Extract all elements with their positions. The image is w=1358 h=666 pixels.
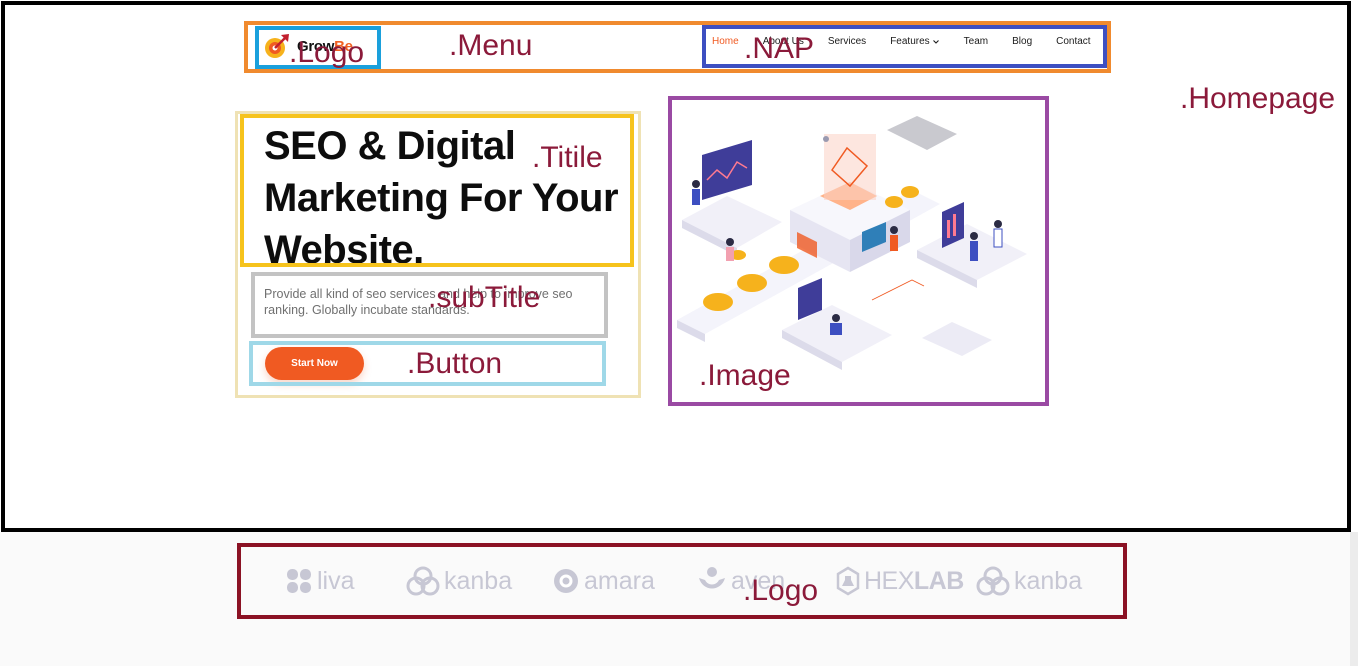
partner-name: amara xyxy=(584,566,655,595)
annotation-logo: .Logo xyxy=(289,36,365,69)
hexagon-flask-icon xyxy=(836,566,860,596)
nav-item-home[interactable]: Home xyxy=(712,36,739,47)
annotation-image: .Image xyxy=(699,359,791,392)
annotation-button: .Button xyxy=(407,347,503,380)
rings-icon xyxy=(406,566,440,596)
title-outline xyxy=(240,114,634,267)
partner-logo-kanba: kanba xyxy=(406,562,512,600)
nav-item-contact[interactable]: Contact xyxy=(1056,36,1090,47)
rings-icon xyxy=(976,566,1010,596)
partner-name: HEXLAB xyxy=(864,566,964,595)
partner-name: kanba xyxy=(1014,566,1083,595)
annotation-logo-strip: .Logo xyxy=(743,574,819,607)
partner-logo-kanba-2: kanba xyxy=(976,562,1082,600)
nav-item-blog[interactable]: Blog xyxy=(1012,36,1032,47)
nav-item-features-label: Features xyxy=(890,36,930,47)
at-icon xyxy=(554,569,578,593)
nav-item-team[interactable]: Team xyxy=(964,36,988,47)
partner-name: liva xyxy=(317,566,355,595)
annotation-nap: .NAP xyxy=(744,32,815,65)
partner-logo-liva: liva xyxy=(285,562,355,600)
flower-icon xyxy=(287,569,311,593)
annotation-title: .Titile xyxy=(532,141,603,174)
partner-name: kanba xyxy=(444,566,513,595)
annotation-subtitle: .subTitle xyxy=(428,281,541,314)
annotation-homepage: .Homepage xyxy=(1180,82,1336,115)
partner-logo-amara: amara xyxy=(552,562,655,600)
person-heart-icon xyxy=(699,567,725,589)
partner-logo-hexlab: HEXLAB xyxy=(836,562,964,600)
annotation-menu: .Menu xyxy=(449,29,533,62)
nav-item-features[interactable]: Features xyxy=(890,36,939,47)
nav-item-services[interactable]: Services xyxy=(828,36,866,47)
chevron-down-icon xyxy=(932,39,939,44)
annotated-wireframe: GrowBe Home About Us Services Features T… xyxy=(0,0,1358,666)
